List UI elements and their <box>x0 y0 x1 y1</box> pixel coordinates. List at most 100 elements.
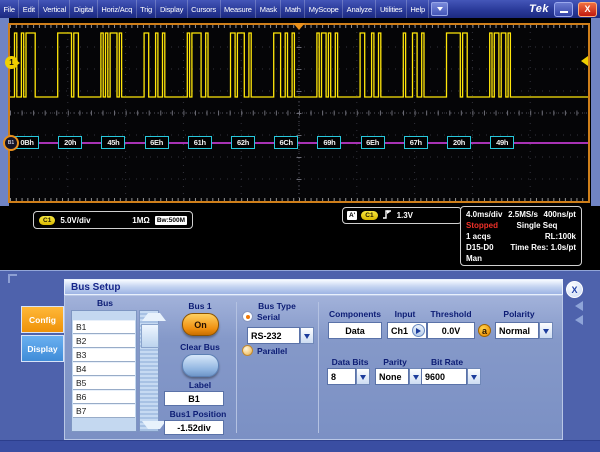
bus-decode-value: 45h <box>101 136 125 149</box>
menu-overflow-button[interactable] <box>431 2 448 16</box>
waveform-graticule: 1 B1 0Bh20h45h6Eh61h62h6Ch69h6Eh67h20h49… <box>8 23 590 203</box>
digital-channels: D15-D0 <box>466 242 494 253</box>
dialog-bottom-strip <box>0 440 600 452</box>
menu-item-measure[interactable]: Measure <box>221 0 257 18</box>
bus1-label: Bus 1 <box>170 301 230 311</box>
minimize-button[interactable] <box>554 2 573 17</box>
parallel-radio[interactable] <box>242 345 253 356</box>
bus-type-label: Bus Type <box>241 301 313 311</box>
bus-list-item-b6[interactable]: B6 <box>73 390 135 404</box>
menu-item-myscope[interactable]: MyScope <box>305 0 343 18</box>
menu-item-mask[interactable]: Mask <box>256 0 281 18</box>
data-bits-select[interactable]: 8 <box>327 368 356 385</box>
channel1-badge: C1 <box>39 216 55 225</box>
threshold-field[interactable]: 0.0V <box>427 322 475 339</box>
bus-list-item-b7[interactable]: B7 <box>73 404 135 418</box>
menu-item-trig[interactable]: Trig <box>137 0 157 18</box>
bit-rate-select[interactable]: 9600 <box>421 368 467 385</box>
trigger-source-badge: C1 <box>361 211 377 220</box>
bus-list-label: Bus <box>83 298 127 308</box>
multipurpose-a-badge[interactable]: a <box>478 324 491 337</box>
input-expand-button[interactable] <box>412 324 425 337</box>
components-label: Components <box>328 309 382 319</box>
acq-mode: Single Seq <box>517 220 558 231</box>
channel-impedance: 1MΩ <box>132 216 150 225</box>
serial-radio[interactable] <box>242 311 253 322</box>
trigger-readout[interactable]: A' C1 1.3V <box>342 207 462 224</box>
bus1-position-field[interactable]: -1.52div <box>164 420 224 435</box>
menu-item-display[interactable]: Display <box>156 0 187 18</box>
scrollbar-thumb[interactable] <box>141 324 159 348</box>
menu-item-horizacq[interactable]: Horiz/Acq <box>98 0 137 18</box>
section-divider <box>236 302 237 433</box>
close-icon: X <box>584 5 590 14</box>
menu-item-vertical[interactable]: Vertical <box>39 0 70 18</box>
oscilloscope-app: FileEditVerticalDigitalHoriz/AcqTrigDisp… <box>0 0 600 450</box>
scroll-down-icon[interactable] <box>142 421 166 429</box>
close-window-button[interactable]: X <box>578 2 597 17</box>
dialog-move-arrows[interactable] <box>570 301 583 325</box>
menu-item-edit[interactable]: Edit <box>19 0 39 18</box>
bus-decode-value: 49h <box>490 136 514 149</box>
menu-item-analyze[interactable]: Analyze <box>343 0 376 18</box>
scroll-up-icon[interactable] <box>142 313 166 321</box>
tek-logo: Tek <box>529 3 549 15</box>
bus-decode-value: 69h <box>317 136 341 149</box>
bus-decode-value: 67h <box>404 136 428 149</box>
menu-item-digital[interactable]: Digital <box>70 0 97 18</box>
bus1-on-button[interactable]: On <box>182 313 219 336</box>
channel1-marker[interactable]: 1 <box>5 56 18 69</box>
data-bits-dropdown-button[interactable] <box>356 368 370 385</box>
dialog-titlebar[interactable]: Bus Setup <box>64 279 563 295</box>
dialog-close-button[interactable]: X <box>566 281 583 298</box>
bus-list-item-b3[interactable]: B3 <box>73 348 135 362</box>
polarity-dropdown-button[interactable] <box>539 322 553 339</box>
tab-config[interactable]: Config <box>21 306 64 333</box>
trigger-position-marker[interactable] <box>293 23 305 36</box>
channel-scale: 5.0V/div <box>60 216 90 225</box>
parity-select[interactable]: None <box>375 368 409 385</box>
serial-type-select[interactable]: RS-232 <box>247 327 300 344</box>
arrow-left-icon <box>570 301 583 311</box>
bit-rate-dropdown-button[interactable] <box>467 368 481 385</box>
channel-readout[interactable]: C1 5.0V/div 1MΩ Bw:500M <box>33 211 193 229</box>
label-field[interactable]: B1 <box>164 391 224 406</box>
tab-display[interactable]: Display <box>21 335 64 362</box>
menu-item-math[interactable]: Math <box>281 0 305 18</box>
bus-decode-value: 62h <box>231 136 255 149</box>
bus-list: B1B2B3B4B5B6B7 <box>71 310 137 432</box>
clear-bus-button[interactable] <box>182 354 219 377</box>
data-bits-label: Data Bits <box>327 357 373 367</box>
bus-decode-value: 6Eh <box>145 136 169 149</box>
bus-list-item-b4[interactable]: B4 <box>73 362 135 376</box>
acq-status: Stopped <box>466 220 498 231</box>
bus-setup-panel: Bus B1B2B3B4B5B6B7 Bus 1 On Clear Bus La… <box>64 295 563 440</box>
clear-bus-label: Clear Bus <box>165 342 235 352</box>
trigger-badge: A' <box>347 211 357 220</box>
serial-type-dropdown-button[interactable] <box>300 327 314 344</box>
menu-item-help[interactable]: Help <box>407 0 430 18</box>
bus-list-item-b2[interactable]: B2 <box>73 334 135 348</box>
menu-items: FileEditVerticalDigitalHoriz/AcqTrigDisp… <box>0 0 429 18</box>
trigger-level: 1.3V <box>397 211 413 220</box>
timebase: 4.0ms/div <box>466 209 502 220</box>
menu-item-file[interactable]: File <box>0 0 19 18</box>
polarity-select[interactable]: Normal <box>495 322 539 339</box>
acq-count: 1 acqs <box>466 231 491 242</box>
waveform-trace <box>10 25 588 201</box>
menu-item-utilities[interactable]: Utilities <box>376 0 406 18</box>
time-resolution: Time Res: 1.0s/pt <box>510 242 576 253</box>
components-button[interactable]: Data <box>328 322 382 339</box>
minimize-icon <box>560 11 568 13</box>
dialog-title: Bus Setup <box>65 282 120 293</box>
bus-list-scrollbar[interactable] <box>139 310 159 432</box>
acquisition-readout: 4.0ms/div 2.5MS/s 400ns/pt Stopped Singl… <box>460 206 582 266</box>
bus-decode-value: 6Eh <box>361 136 385 149</box>
bus1-marker[interactable]: B1 <box>3 135 19 151</box>
man-label: Man <box>466 253 482 264</box>
sample-rate: 2.5MS/s <box>508 209 538 220</box>
trigger-level-arrow[interactable] <box>576 56 588 66</box>
menu-item-cursors[interactable]: Cursors <box>188 0 221 18</box>
bus-list-item-b1[interactable]: B1 <box>73 320 135 334</box>
bus-list-item-b5[interactable]: B5 <box>73 376 135 390</box>
